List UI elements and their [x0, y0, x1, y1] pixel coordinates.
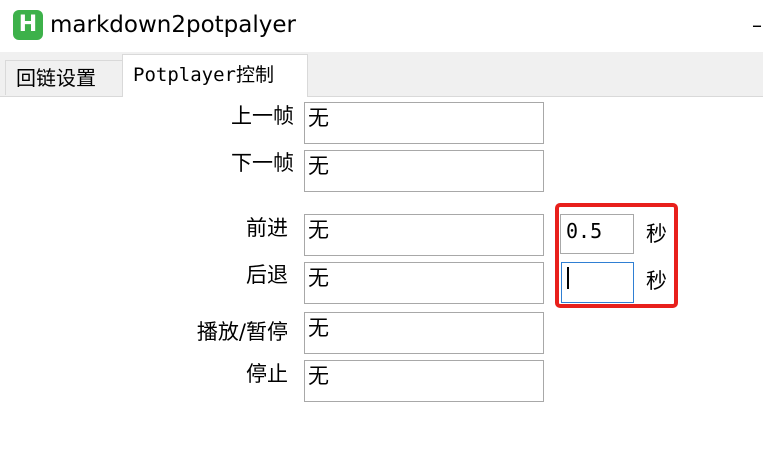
tab-strip: 回链设置 Potplayer控制: [0, 52, 763, 97]
window-title: markdown2potpalyer: [50, 12, 296, 38]
prev-frame-label: 上一帧: [231, 104, 294, 128]
backward-hotkey-input[interactable]: 无: [304, 262, 544, 304]
prev-frame-hotkey-input[interactable]: 无: [304, 102, 544, 144]
forward-hotkey-input[interactable]: 无: [304, 214, 544, 256]
red-annotation-box: [555, 203, 678, 308]
stop-label: 停止: [246, 362, 288, 386]
next-frame-hotkey-input[interactable]: 无: [304, 150, 544, 192]
app-logo-icon: H: [13, 10, 43, 40]
forward-label: 前进: [246, 216, 288, 240]
play-pause-hotkey-input[interactable]: 无: [304, 312, 544, 354]
backward-label: 后退: [246, 263, 288, 287]
next-frame-label: 下一帧: [231, 151, 294, 175]
stop-hotkey-input[interactable]: 无: [304, 360, 544, 402]
title-bar: H markdown2potpalyer –: [0, 0, 763, 52]
play-pause-label: 播放/暂停: [196, 320, 288, 344]
minimize-button[interactable]: –: [752, 10, 763, 40]
tab-link-settings[interactable]: 回链设置: [5, 60, 123, 95]
tab-potplayer-control[interactable]: Potplayer控制: [122, 54, 308, 97]
